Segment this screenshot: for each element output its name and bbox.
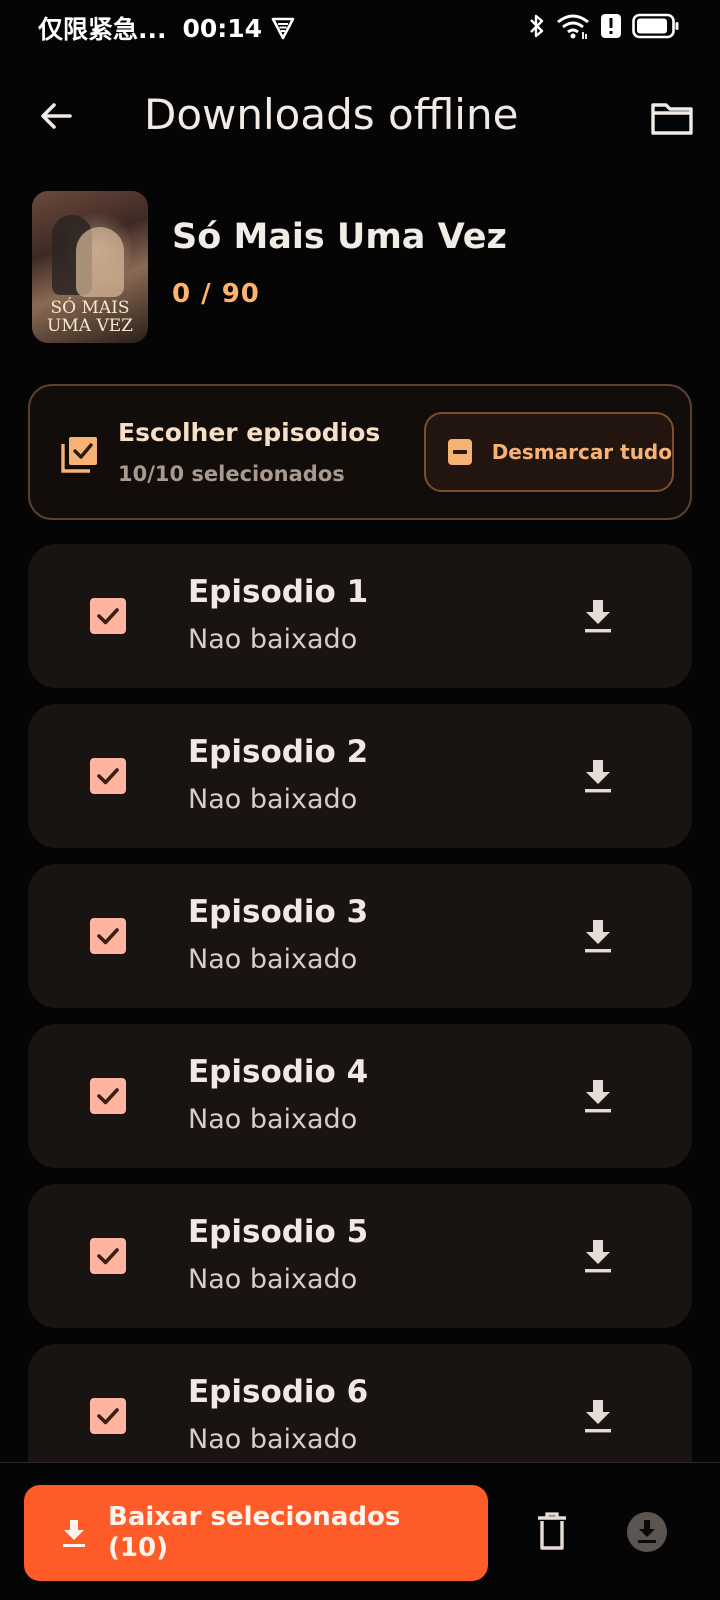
episode-title: Episodio 3 [188, 894, 369, 930]
episode-status: Nao baixado [188, 624, 358, 655]
folder-icon [651, 103, 693, 135]
downloaded-button[interactable] [624, 1509, 670, 1555]
selection-count: 10/10 selecionados [118, 462, 345, 486]
episode-checkbox[interactable] [90, 1078, 126, 1114]
episode-status: Nao baixado [188, 1424, 358, 1455]
episode-checkbox[interactable] [90, 1238, 126, 1274]
download-icon [585, 1400, 611, 1433]
back-button[interactable] [32, 92, 80, 140]
bottom-action-bar: Baixar selecionados (10) [0, 1462, 720, 1600]
episode-status: Nao baixado [188, 1104, 358, 1135]
download-circle-icon [627, 1512, 667, 1552]
status-time: 00:14 [182, 13, 263, 43]
bluetooth-icon [528, 13, 546, 43]
episode-item[interactable]: Episodio 1 Nao baixado [28, 544, 692, 688]
wifi-icon [556, 12, 590, 44]
deselect-all-label: Desmarcar tudo [491, 440, 672, 464]
check-icon [97, 928, 119, 945]
status-right [528, 12, 680, 44]
download-selected-button[interactable]: Baixar selecionados (10) [24, 1485, 488, 1581]
check-icon [97, 1408, 119, 1425]
arrow-left-icon [41, 103, 72, 129]
episode-download-button[interactable] [580, 756, 616, 796]
folder-button[interactable] [646, 92, 698, 144]
episode-checkbox[interactable] [90, 918, 126, 954]
episode-checkbox[interactable] [90, 598, 126, 634]
series-poster: SÓ MAIS UMA VEZ [32, 191, 148, 343]
download-selected-label: Baixar selecionados (10) [108, 1502, 401, 1563]
check-icon [97, 1248, 119, 1265]
selection-title: Escolher episodios [118, 418, 381, 447]
episode-checkbox[interactable] [90, 1398, 126, 1434]
episode-item[interactable]: Episodio 6 Nao baixado [28, 1344, 692, 1464]
episode-download-button[interactable] [580, 1236, 616, 1276]
trash-icon [538, 1512, 566, 1550]
episode-title: Episodio 2 [188, 734, 369, 770]
episode-item[interactable]: Episodio 2 Nao baixado [28, 704, 692, 848]
check-icon [97, 608, 119, 625]
series-progress: 0 / 90 [172, 279, 260, 309]
delete-button[interactable] [532, 1507, 572, 1555]
episode-title: Episodio 1 [188, 574, 369, 610]
status-bar: 仅限紧急... 00:14 [0, 0, 720, 56]
episode-item[interactable]: Episodio 3 Nao baixado [28, 864, 692, 1008]
episode-download-button[interactable] [580, 1396, 616, 1436]
episode-checkbox[interactable] [90, 758, 126, 794]
download-icon [585, 600, 611, 633]
download-icon [60, 1517, 88, 1549]
episode-status: Nao baixado [188, 784, 358, 815]
episode-item[interactable]: Episodio 4 Nao baixado [28, 1024, 692, 1168]
check-icon [97, 768, 119, 785]
select-multiple-icon [60, 434, 100, 474]
download-icon [585, 760, 611, 793]
status-left: 仅限紧急... 00:14 [38, 10, 296, 46]
page-title: Downloads offline [144, 90, 519, 139]
poster-title: SÓ MAIS UMA VEZ [47, 298, 133, 336]
episode-selection-card: Escolher episodios 10/10 selecionados De… [28, 384, 692, 520]
deselect-all-button[interactable]: Desmarcar tudo [424, 412, 674, 492]
vpn-icon [270, 15, 296, 41]
episode-download-button[interactable] [580, 916, 616, 956]
episode-title: Episodio 4 [188, 1054, 369, 1090]
download-icon [585, 1080, 611, 1113]
episode-status: Nao baixado [188, 1264, 358, 1295]
download-icon [585, 1240, 611, 1273]
minus-box-icon [448, 439, 472, 465]
episode-list: Episodio 1 Nao baixado Episodio 2 Nao ba… [28, 544, 692, 1464]
episode-download-button[interactable] [580, 1076, 616, 1116]
series-header: SÓ MAIS UMA VEZ Só Mais Uma Vez 0 / 90 [32, 191, 688, 343]
battery-icon [632, 13, 680, 43]
episode-title: Episodio 5 [188, 1214, 369, 1250]
notification-text: 仅限紧急... [38, 15, 167, 44]
series-title: Só Mais Uma Vez [172, 217, 507, 257]
check-icon [97, 1088, 119, 1105]
episode-item[interactable]: Episodio 5 Nao baixado [28, 1184, 692, 1328]
app-bar: Downloads offline [0, 76, 720, 160]
download-icon [585, 920, 611, 953]
episode-title: Episodio 6 [188, 1374, 369, 1410]
episode-download-button[interactable] [580, 596, 616, 636]
episode-status: Nao baixado [188, 944, 358, 975]
alert-icon [600, 13, 622, 43]
